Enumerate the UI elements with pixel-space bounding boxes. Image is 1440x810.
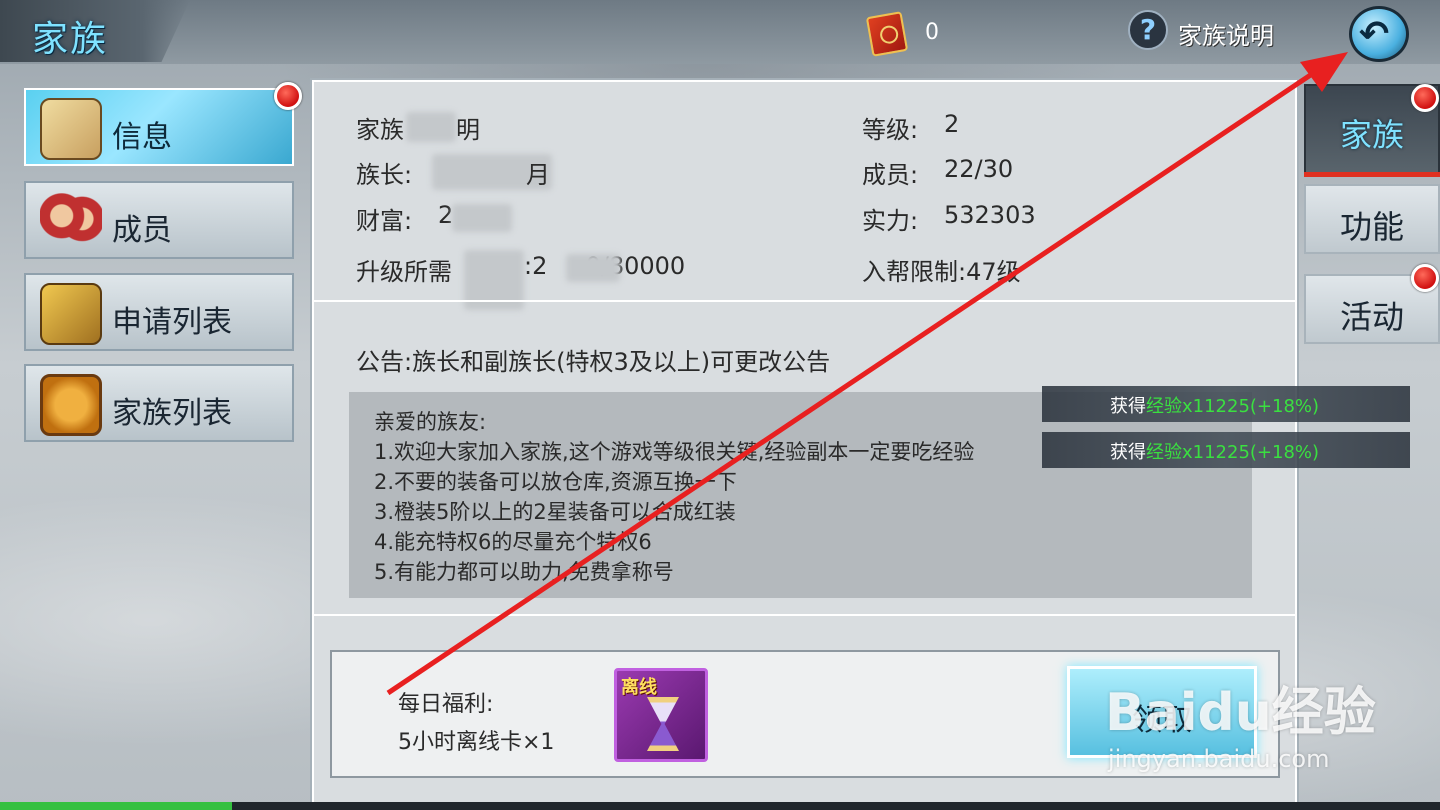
watermark-logo: Baidu经验 [1105,683,1376,743]
arrow-head [1300,52,1348,92]
arrow-shaft [386,67,1320,696]
exp-progress-bar [0,802,232,810]
watermark-url: jingyan.baidu.com [1108,745,1330,773]
